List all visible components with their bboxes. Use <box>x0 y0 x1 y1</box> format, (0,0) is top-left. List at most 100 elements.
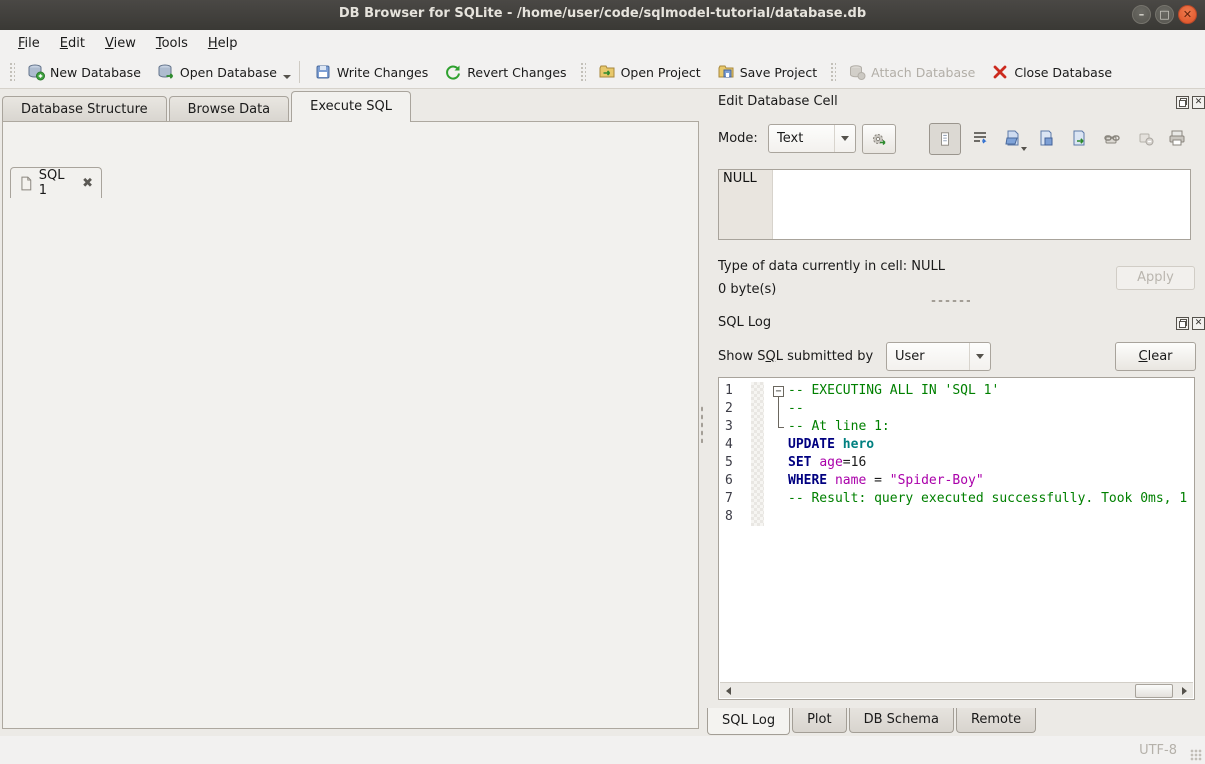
main-tab-bar: Database StructureBrowse DataExecute SQL <box>2 91 413 122</box>
toolbar-label: Save Project <box>740 65 817 80</box>
fold-margin <box>772 490 788 508</box>
chevron-down-icon <box>969 343 990 370</box>
toolbar-button-revert-changes[interactable]: Revert Changes <box>436 59 574 85</box>
gear-icon <box>870 130 888 148</box>
sql-log-view[interactable]: 1-- EXECUTING ALL IN 'SQL 1'2--3-- At li… <box>718 377 1195 700</box>
tab-execute-sql[interactable]: Execute SQL <box>291 91 411 122</box>
menu-file[interactable]: File <box>8 33 50 54</box>
code-line: SET age=16 <box>764 454 1194 472</box>
dock-float-icon[interactable] <box>1176 317 1189 330</box>
fold-marker[interactable] <box>772 382 788 400</box>
scroll-right-icon[interactable] <box>1177 684 1192 697</box>
sql-document-tab[interactable]: SQL 1 ✖ <box>10 167 102 198</box>
toolbar-label: Revert Changes <box>467 65 566 80</box>
toolbar-grip[interactable] <box>8 61 15 83</box>
import-cell-button[interactable] <box>1066 125 1092 151</box>
log-filter-select[interactable]: User <box>886 342 991 371</box>
dock-float-icon[interactable] <box>1176 96 1189 109</box>
cell-value-editor[interactable]: NULL <box>718 169 1191 240</box>
menu-view[interactable]: View <box>95 33 146 54</box>
link-cell-button[interactable] <box>1099 125 1125 151</box>
toolbar-label: Open Database <box>180 65 277 80</box>
sql-log-title: SQL Log <box>718 315 771 330</box>
chevron-down-icon[interactable] <box>283 75 291 79</box>
open-project-icon <box>598 63 616 81</box>
maximize-button[interactable]: □ <box>1155 5 1174 24</box>
chevron-down-icon <box>1021 147 1027 151</box>
close-database-icon <box>991 63 1009 81</box>
menu-help[interactable]: Help <box>198 33 248 54</box>
editor-margin <box>751 436 764 454</box>
toolbar-button-write-changes[interactable]: Write Changes <box>306 59 436 85</box>
editor-margin <box>751 418 764 436</box>
editor-margin <box>751 382 764 400</box>
dock-splitter-handle[interactable] <box>930 299 970 304</box>
toolbar-grip[interactable] <box>579 61 586 83</box>
toolbar-label: Close Database <box>1014 65 1112 80</box>
editor-margin <box>751 490 764 508</box>
word-wrap-button[interactable] <box>967 125 993 151</box>
line-number: 3 <box>719 418 751 436</box>
line-number: 4 <box>719 436 751 454</box>
mode-label: Mode: <box>718 131 758 146</box>
minimize-button[interactable]: – <box>1132 5 1151 24</box>
toolbar-button-new-database[interactable]: New Database <box>19 59 149 85</box>
text-document-icon <box>937 131 953 147</box>
toolbar-label: Open Project <box>621 65 701 80</box>
remove-icon <box>1137 129 1155 147</box>
log-line: 7-- Result: query executed successfully.… <box>719 490 1194 508</box>
cell-size-info: 0 byte(s) <box>718 282 776 297</box>
revert-changes-icon <box>444 63 462 81</box>
print-cell-button[interactable] <box>1164 125 1190 151</box>
fold-margin <box>772 508 788 526</box>
menu-bar: FileEditViewToolsHelp <box>0 30 1205 56</box>
vertical-splitter-handle[interactable] <box>700 405 705 443</box>
link-icon <box>1103 129 1121 147</box>
tab-browse-data[interactable]: Browse Data <box>169 96 290 122</box>
toolbar-button-close-database[interactable]: Close Database <box>983 59 1120 85</box>
text-mode-button[interactable] <box>929 123 961 155</box>
dock-close-icon[interactable] <box>1192 317 1205 330</box>
title-bar: DB Browser for SQLite - /home/user/code/… <box>0 0 1205 31</box>
log-filter-label: Show SQL submitted by <box>718 349 873 364</box>
clear-log-button[interactable]: Clear <box>1115 342 1196 371</box>
dock-close-icon[interactable] <box>1192 96 1205 109</box>
line-number: 7 <box>719 490 751 508</box>
open-cell-file-button[interactable] <box>1000 125 1026 151</box>
resize-grip[interactable] <box>1190 749 1202 761</box>
auto-apply-button[interactable] <box>862 124 896 154</box>
dock-tab-plot[interactable]: Plot <box>792 708 847 733</box>
dock-tab-bar: SQL LogPlotDB SchemaRemote <box>707 708 1038 735</box>
mode-select[interactable]: Text <box>768 124 856 153</box>
toolbar-button-save-project[interactable]: Save Project <box>709 59 825 85</box>
toolbar-button-attach-database[interactable]: Attach Database <box>840 59 983 85</box>
horizontal-scrollbar[interactable] <box>720 682 1193 698</box>
import-icon <box>1070 129 1088 147</box>
fold-marker <box>772 400 788 418</box>
dock-tab-db-schema[interactable]: DB Schema <box>849 708 954 733</box>
scrollbar-thumb[interactable] <box>1135 684 1173 698</box>
toolbar-button-open-database[interactable]: Open Database <box>149 59 285 85</box>
word-wrap-icon <box>971 129 989 147</box>
save-cell-file-button[interactable] <box>1033 125 1059 151</box>
log-line: 8 <box>719 508 1194 526</box>
close-button[interactable]: ✕ <box>1178 5 1197 24</box>
dock-tab-remote[interactable]: Remote <box>956 708 1036 733</box>
close-tab-icon[interactable]: ✖ <box>82 176 93 191</box>
scroll-left-icon[interactable] <box>721 684 736 697</box>
toolbar-grip[interactable] <box>829 61 836 83</box>
menu-tools[interactable]: Tools <box>146 33 198 54</box>
dock-tab-sql-log[interactable]: SQL Log <box>707 708 790 735</box>
code-line: -- EXECUTING ALL IN 'SQL 1' <box>764 382 1194 400</box>
main-toolbar: New Database Open Database Write Changes Re… <box>0 56 1205 89</box>
line-number: 6 <box>719 472 751 490</box>
toolbar-button-open-project[interactable]: Open Project <box>590 59 709 85</box>
attach-database-icon <box>848 63 866 81</box>
menu-edit[interactable]: Edit <box>50 33 95 54</box>
code-line: -- At line 1: <box>764 418 1194 436</box>
line-number: 1 <box>719 382 751 400</box>
encoding-indicator[interactable]: UTF-8 <box>1139 743 1177 758</box>
set-null-button[interactable] <box>1133 125 1159 151</box>
tab-database-structure[interactable]: Database Structure <box>2 96 167 122</box>
apply-button[interactable]: Apply <box>1116 266 1195 290</box>
